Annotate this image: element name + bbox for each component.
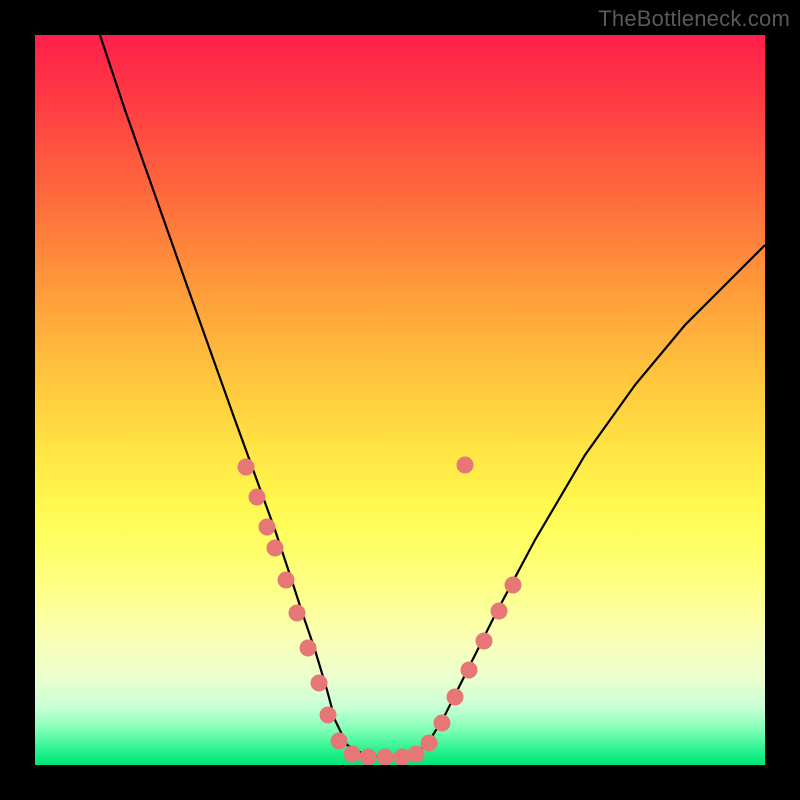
data-dot <box>259 519 276 536</box>
bottleneck-chart <box>35 35 765 765</box>
data-dot <box>300 640 317 657</box>
watermark-text: TheBottleneck.com <box>598 6 790 32</box>
data-dot <box>267 540 284 557</box>
data-dot <box>461 662 478 679</box>
data-dot <box>238 459 255 476</box>
data-dot <box>311 675 328 692</box>
data-dot <box>344 746 361 763</box>
data-dot <box>457 457 474 474</box>
data-dot <box>377 749 394 766</box>
plot-area <box>35 35 765 765</box>
data-dot <box>360 749 377 766</box>
curve-path <box>100 35 765 757</box>
data-dot <box>447 689 464 706</box>
data-dot <box>320 707 337 724</box>
dot-layer <box>238 457 522 766</box>
data-dot <box>505 577 522 594</box>
data-dot <box>421 735 438 752</box>
data-dot <box>434 715 451 732</box>
data-dot <box>408 746 425 763</box>
data-dot <box>289 605 306 622</box>
data-dot <box>491 603 508 620</box>
data-dot <box>476 633 493 650</box>
data-dot <box>249 489 266 506</box>
data-dot <box>394 749 411 766</box>
data-dot <box>331 733 348 750</box>
outer-frame: TheBottleneck.com <box>0 0 800 800</box>
data-dot <box>278 572 295 589</box>
